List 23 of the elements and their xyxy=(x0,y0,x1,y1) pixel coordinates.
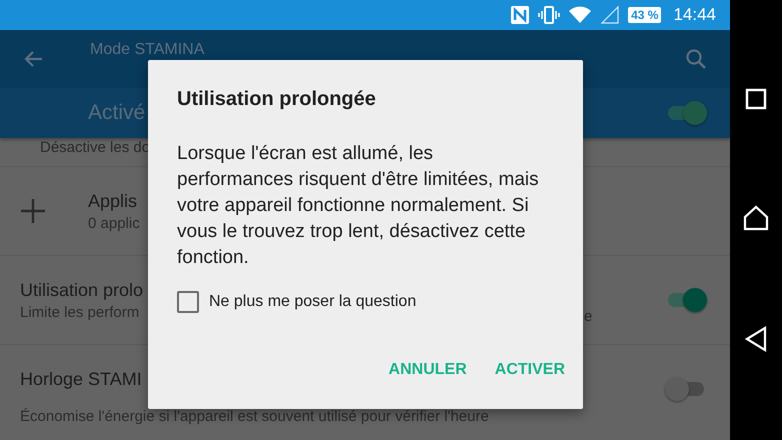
setting-title: Horloge STAMI xyxy=(20,369,142,390)
app-title: Mode STAMINA xyxy=(90,41,204,59)
setting-title: Utilisation prolo xyxy=(20,280,144,300)
setting-description: Limite les perform xyxy=(20,304,140,320)
clock-time: 14:44 xyxy=(673,5,716,25)
back-icon[interactable] xyxy=(745,326,767,352)
recents-icon[interactable] xyxy=(745,88,767,110)
search-icon[interactable] xyxy=(684,47,708,71)
checkbox-label: Ne plus me poser la question xyxy=(209,293,416,311)
nfc-icon xyxy=(510,5,530,25)
signal-icon xyxy=(600,5,620,25)
home-icon[interactable] xyxy=(743,204,769,231)
vibrate-icon xyxy=(538,5,560,25)
battery-indicator: 43 % xyxy=(628,7,662,23)
dialog-button[interactable]: ANNULER xyxy=(378,353,477,387)
setting-description: 0 applic xyxy=(88,214,140,232)
checkbox[interactable] xyxy=(177,291,199,313)
dialog-button[interactable]: ACTIVER xyxy=(484,353,575,387)
master-label: Activé xyxy=(88,101,146,125)
setting-title: Applis xyxy=(88,190,138,212)
dialog-title: Utilisation prolongée xyxy=(177,88,377,111)
wifi-icon xyxy=(568,5,592,25)
plus-icon[interactable] xyxy=(20,198,46,224)
